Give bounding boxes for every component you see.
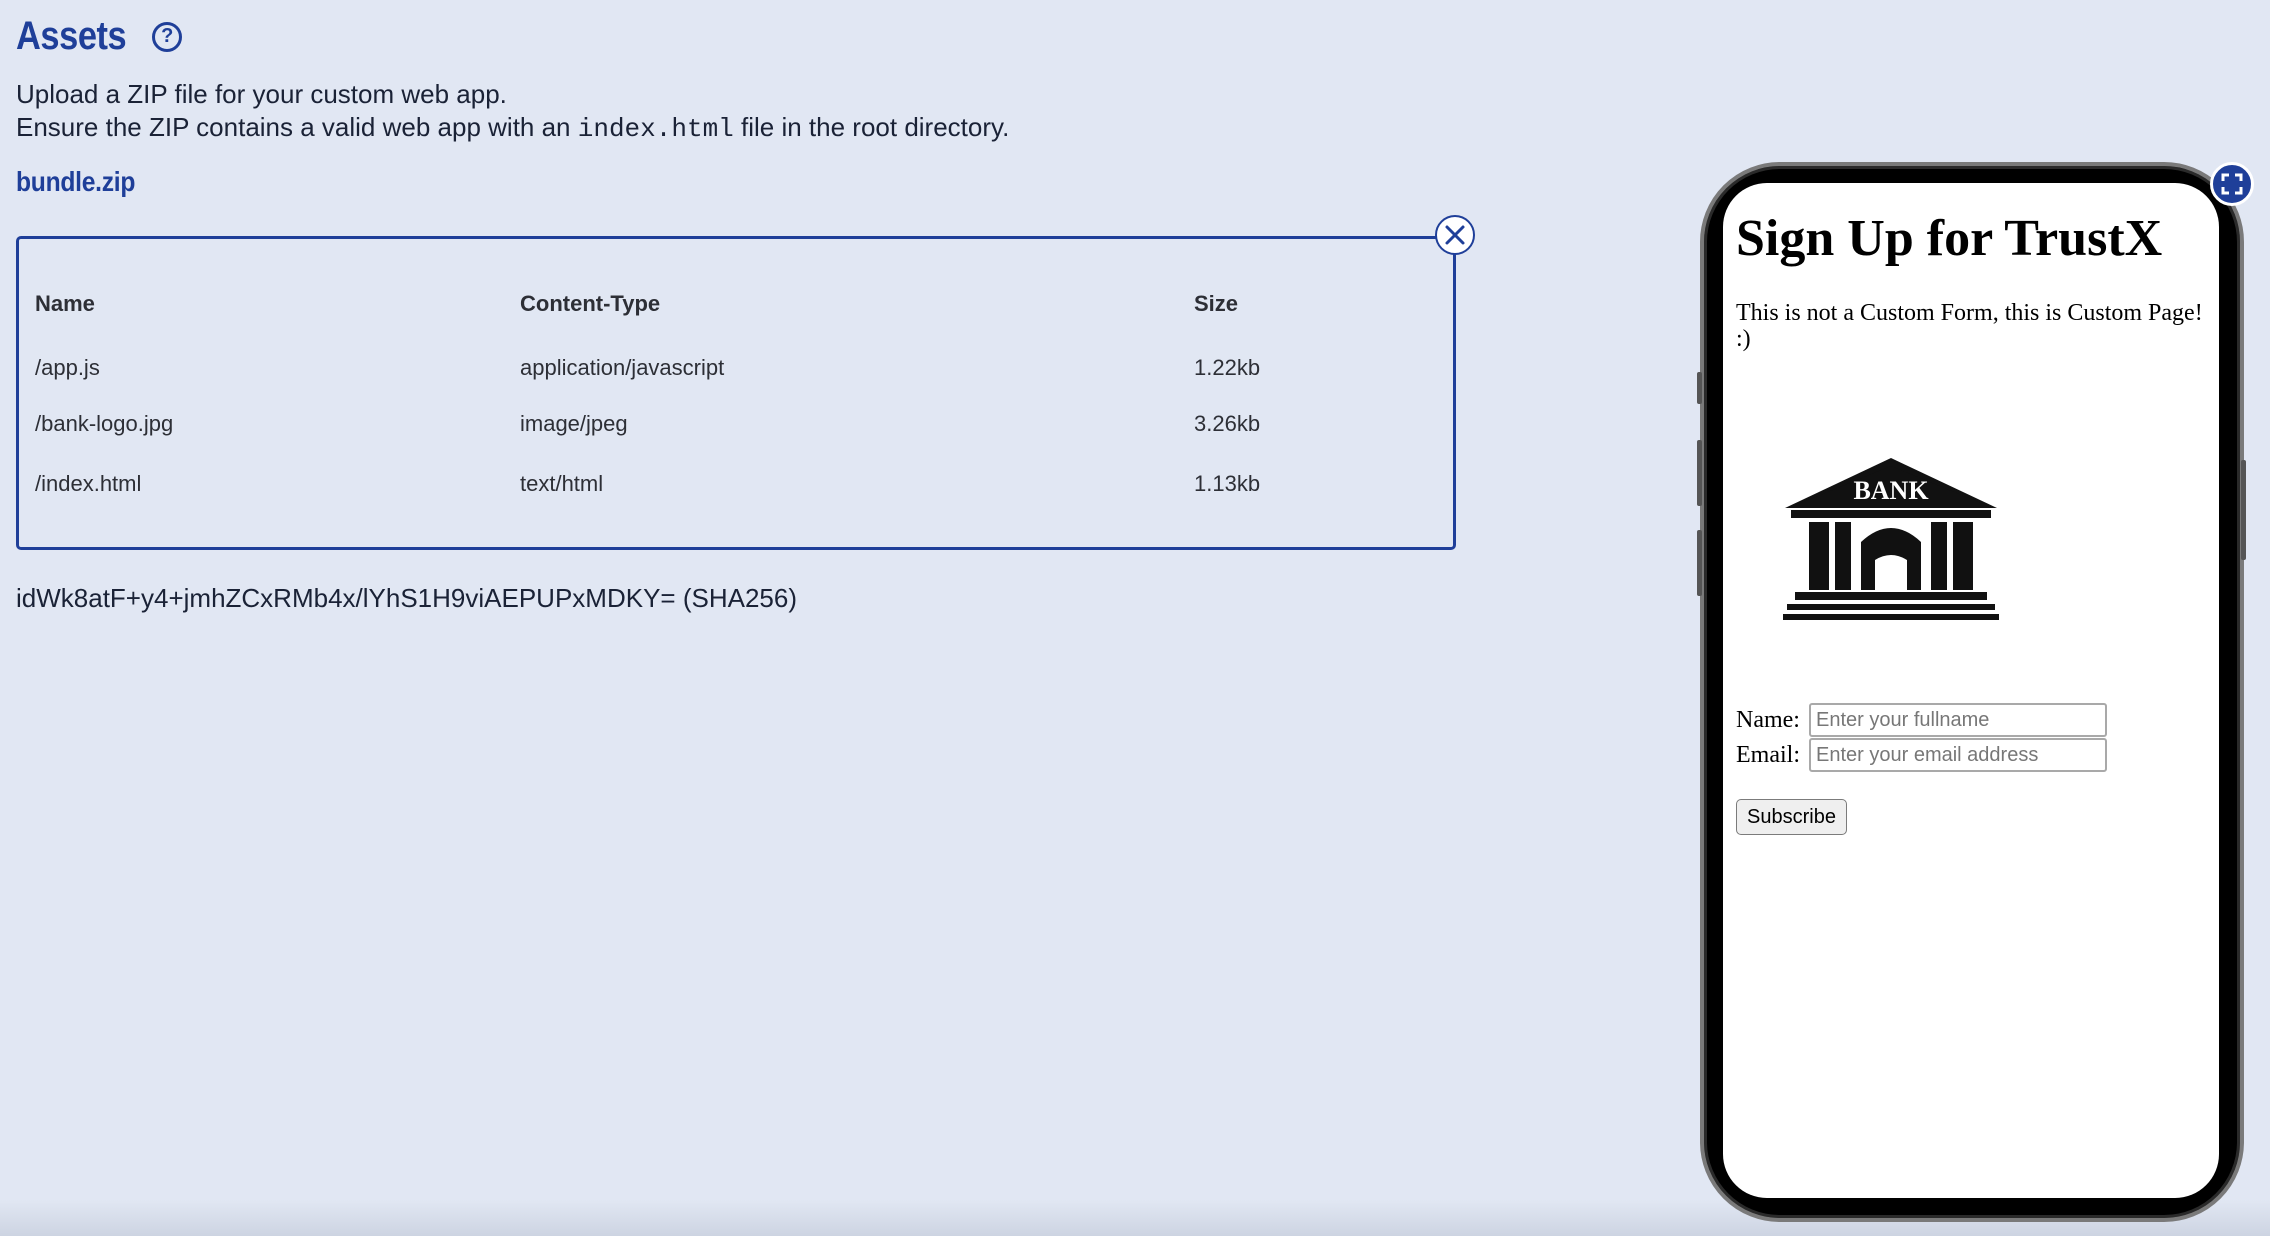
asset-size: 1.22kb	[1194, 355, 1261, 380]
page-header: Assets ?	[16, 14, 183, 59]
page-title: Assets	[16, 14, 127, 58]
asset-size: 3.26kb	[1194, 411, 1261, 436]
sha256-hash: idWk8atF+y4+jmhZCxRMb4x/lYhS1H9viAEPUPxM…	[16, 583, 797, 613]
asset-name: /app.js	[35, 355, 100, 380]
help-icon[interactable]: ?	[152, 21, 183, 52]
description: Upload a ZIP file for your custom web ap…	[16, 78, 1009, 146]
asset-size: 1.13kb	[1194, 471, 1261, 496]
email-input[interactable]	[1809, 738, 2107, 772]
bank-logo: BANK	[1783, 458, 1999, 620]
asset-content-type: application/javascript	[520, 355, 725, 380]
table-row: /app.js application/javascript 1.22kb	[35, 328, 1394, 394]
name-label: Name:	[1736, 706, 1800, 733]
name-field-row: Name:	[1736, 703, 2107, 737]
phone-side-button	[2241, 460, 2246, 560]
table-header-row: Name Content-Type Size	[35, 280, 1394, 328]
table-row: /index.html text/html 1.13kb	[35, 454, 1394, 514]
table-row: /bank-logo.jpg image/jpeg 3.26kb	[35, 394, 1394, 454]
phone-side-button	[1697, 530, 1702, 596]
asset-name: /index.html	[35, 471, 142, 496]
preview-paragraph: This is not a Custom Form, this is Custo…	[1736, 300, 2203, 352]
asset-content-type: text/html	[520, 471, 604, 496]
email-label: Email:	[1736, 741, 1800, 768]
close-icon	[1445, 225, 1465, 245]
email-field-row: Email:	[1736, 738, 2107, 772]
fullscreen-button[interactable]	[2210, 162, 2254, 206]
phone-screen-preview: Sign Up for TrustX This is not a Custom …	[1723, 183, 2219, 1198]
description-line-1: Upload a ZIP file for your custom web ap…	[16, 79, 507, 109]
description-code: index.html	[577, 114, 734, 144]
bank-logo-text: BANK	[1853, 476, 1929, 505]
expand-icon	[2221, 173, 2243, 195]
subscribe-button[interactable]: Subscribe	[1736, 799, 1847, 835]
asset-content-type: image/jpeg	[520, 411, 628, 436]
asset-name: /bank-logo.jpg	[35, 411, 174, 436]
phone-side-button	[1697, 372, 1702, 404]
remove-file-button[interactable]	[1435, 215, 1475, 255]
column-header-size: Size	[1194, 291, 1239, 316]
bundle-file-link[interactable]: bundle.zip	[16, 166, 135, 198]
column-header-content-type: Content-Type	[520, 291, 661, 316]
phone-side-button	[1697, 440, 1702, 506]
preview-heading: Sign Up for TrustX	[1736, 210, 2163, 267]
assets-table: Name Content-Type Size /app.js applicati…	[35, 280, 1394, 514]
fullname-input[interactable]	[1809, 703, 2107, 737]
description-text-before: Ensure the ZIP contains a valid web app …	[16, 112, 578, 142]
description-text-after: file in the root directory.	[733, 112, 1010, 142]
description-line-2: Ensure the ZIP contains a valid web app …	[16, 111, 1009, 146]
column-header-name: Name	[35, 291, 95, 316]
